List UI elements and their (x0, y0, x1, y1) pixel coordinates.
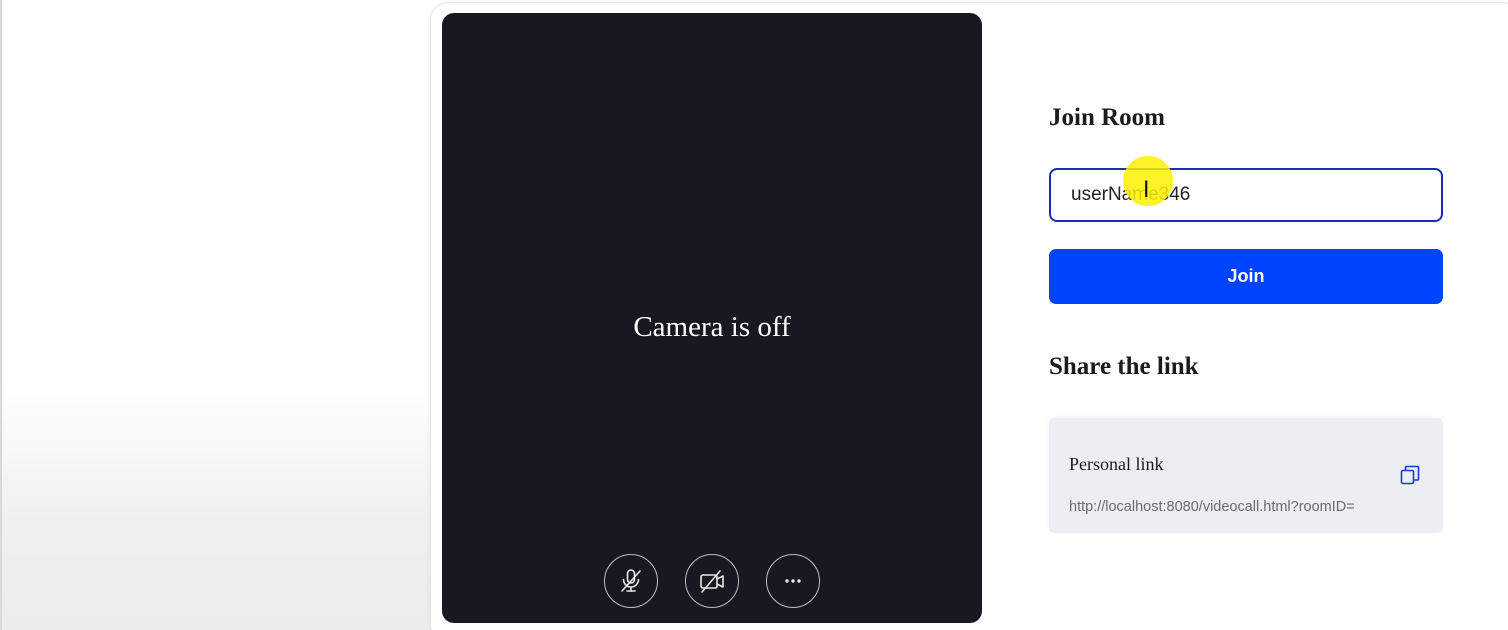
join-room-heading: Join Room (1049, 104, 1165, 131)
username-field[interactable]: I (1049, 156, 1443, 222)
share-link-heading: Share the link (1049, 353, 1199, 380)
personal-link-url: http://localhost:8080/videocall.html?roo… (1069, 499, 1355, 515)
personal-link-box: Personal link http://localhost:8080/vide… (1049, 418, 1443, 533)
username-input[interactable] (1051, 170, 1441, 220)
more-options-button[interactable] (766, 554, 820, 608)
mute-microphone-button[interactable] (604, 554, 658, 608)
copy-link-button[interactable] (1399, 464, 1421, 491)
toggle-camera-button[interactable] (685, 554, 739, 608)
join-button[interactable]: Join (1049, 249, 1443, 304)
window-edge (0, 0, 2, 630)
media-controls (442, 554, 982, 608)
camera-off-icon (700, 570, 724, 593)
more-icon (785, 579, 801, 583)
camera-status-text: Camera is off (633, 311, 791, 343)
copy-icon (1400, 465, 1420, 485)
personal-link-title: Personal link (1069, 454, 1164, 474)
mic-off-icon (621, 569, 641, 592)
video-preview: Camera is off (442, 13, 982, 623)
